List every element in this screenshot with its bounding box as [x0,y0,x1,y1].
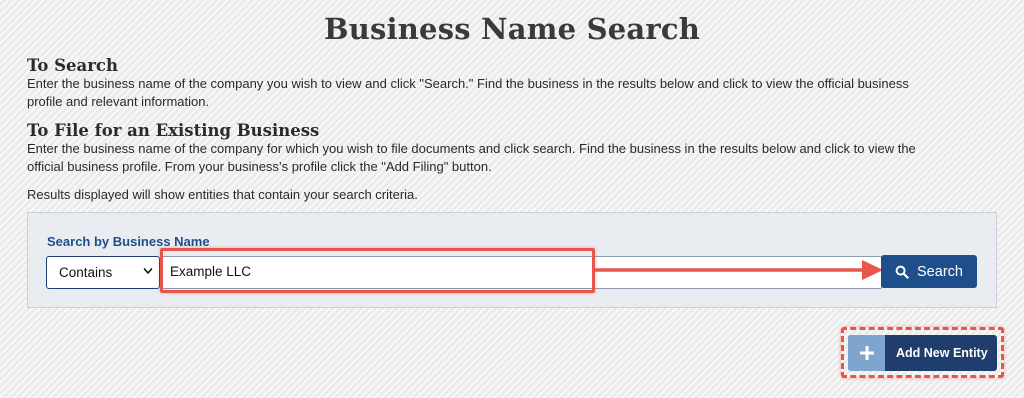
chevron-down-icon [143,268,153,274]
to-search-heading: To Search [27,56,118,75]
results-note: Results displayed will show entities tha… [27,187,418,202]
add-new-entity-button[interactable]: Add New Entity [848,335,997,371]
search-mode-select[interactable]: Contains [46,256,160,289]
arrow-right-icon [594,260,883,280]
to-file-section: To File for an Existing Business Enter t… [27,121,1002,176]
search-button[interactable]: Search [881,255,977,288]
search-input-highlight [160,248,595,293]
to-search-section: To Search Enter the business name of the… [27,56,1002,111]
search-icon [895,265,909,279]
plus-icon [848,335,885,371]
to-file-heading: To File for an Existing Business [27,121,320,140]
to-file-text-line-1: Enter the business name of the company f… [27,141,916,156]
search-label: Search by Business Name [47,234,210,249]
results-note-section: Results displayed will show entities tha… [27,186,1002,204]
to-search-text-line-1: Enter the business name of the company y… [27,76,909,91]
page-title: Business Name Search [324,12,700,46]
to-search-text-line-2: profile and relevant information. [27,94,210,109]
add-new-entity-label: Add New Entity [896,346,988,360]
to-file-text-line-2: official business profile. From your bus… [27,159,492,174]
search-button-label: Search [917,263,963,280]
search-mode-value: Contains [59,265,113,280]
